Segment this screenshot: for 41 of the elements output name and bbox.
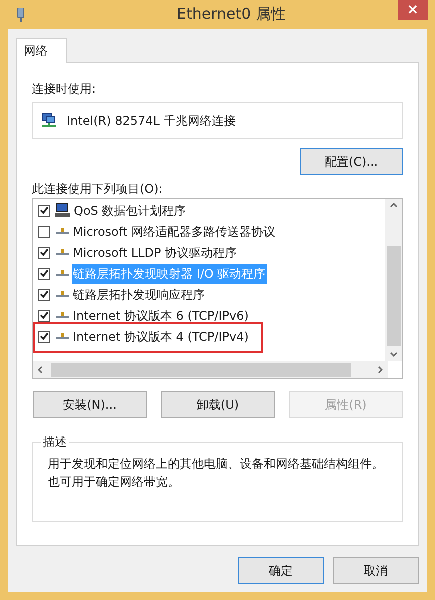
close-button[interactable]: × — [398, 0, 428, 20]
action-button[interactable]: 卸载(U) — [161, 391, 275, 418]
protocol-icon — [56, 312, 69, 319]
scroll-down-icon[interactable] — [390, 352, 398, 357]
computer-icon — [55, 203, 70, 218]
protocol-icon — [56, 270, 69, 277]
scroll-right-icon[interactable] — [378, 366, 383, 374]
checkbox[interactable] — [38, 288, 50, 300]
protocol-icon — [56, 291, 69, 298]
network-computer-icon — [41, 112, 57, 128]
checkbox[interactable] — [38, 268, 50, 280]
checkbox[interactable] — [38, 246, 50, 258]
scroll-left-icon[interactable] — [38, 366, 43, 374]
list-item[interactable]: QoS 数据包计划程序 — [73, 200, 188, 220]
list-item[interactable]: Internet 协议版本 4 (TCP/IPv4) — [72, 326, 250, 346]
checkbox[interactable] — [38, 310, 50, 322]
dialog-button[interactable]: 确定 — [238, 557, 324, 584]
protocol-icon — [56, 228, 69, 235]
list-item[interactable]: Internet 协议版本 6 (TCP/IPv6) — [72, 306, 250, 326]
configure-button[interactable]: 配置(C)... — [300, 148, 403, 175]
checkbox[interactable] — [38, 330, 50, 342]
group-label: 描述 — [41, 433, 69, 451]
checkbox[interactable] — [38, 226, 50, 238]
checkbox[interactable] — [38, 204, 50, 216]
section-label: 此连接使用下列项目(O): — [32, 181, 164, 197]
description-text: 用于发现和定位网络上的其他电脑、设备和网络基础结构组件。也可用于确定网络带宽。 — [48, 456, 385, 491]
protocol-icon — [56, 249, 69, 256]
scroll-up-icon[interactable] — [390, 203, 398, 208]
dialog-button[interactable]: 取消 — [333, 557, 419, 584]
action-button[interactable]: 安装(N)... — [33, 391, 147, 418]
list-item[interactable]: Microsoft 网络适配器多路传送器协议 — [72, 222, 276, 242]
scroll-thumb[interactable] — [51, 362, 351, 376]
list-item[interactable]: Microsoft LLDP 协议驱动程序 — [72, 242, 238, 262]
scroll-thumb[interactable] — [386, 246, 400, 346]
protocol-icon — [56, 333, 69, 340]
adapter-name: Intel(R) 82574L 千兆网络连接 — [67, 112, 236, 130]
tab[interactable]: 网络 — [16, 38, 67, 63]
network-adapter-icon — [17, 8, 25, 22]
section-label: 连接时使用: — [32, 81, 98, 97]
list-item[interactable]: 链路层拓扑发现响应程序 — [72, 284, 206, 304]
window-title: Ethernet0 属性 — [176, 4, 287, 26]
